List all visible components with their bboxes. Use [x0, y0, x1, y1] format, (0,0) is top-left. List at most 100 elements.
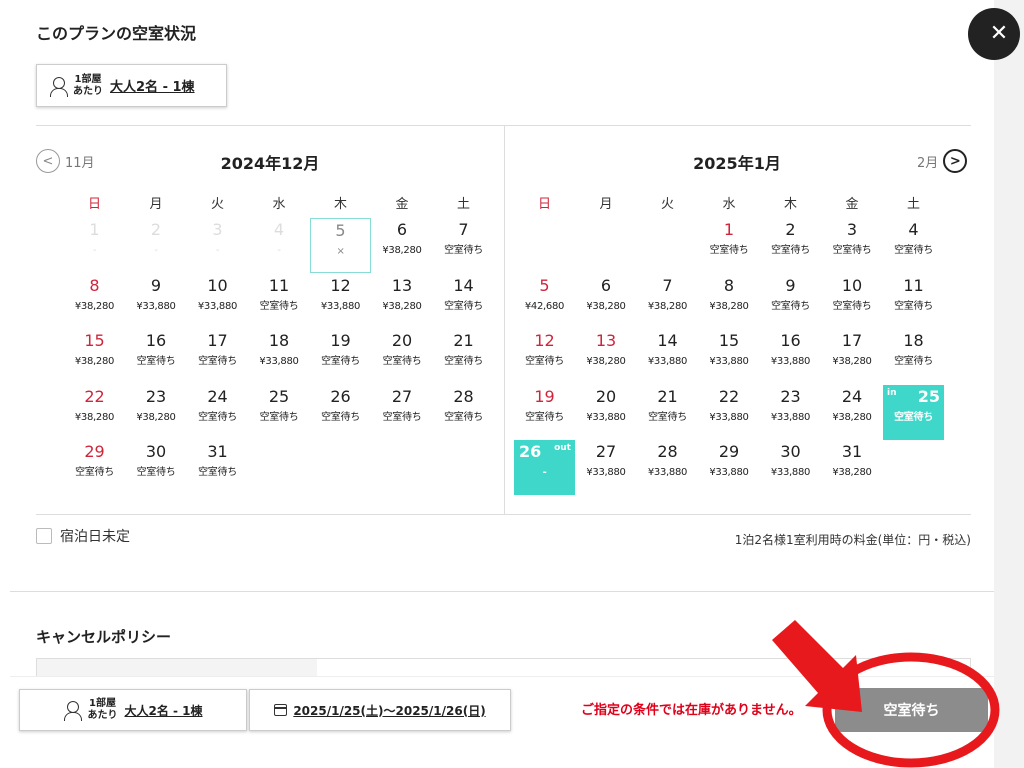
calendar-day[interactable]: 15 ¥38,280: [64, 329, 125, 384]
calendar-day[interactable]: 8 ¥38,280: [699, 274, 760, 329]
calendar-day[interactable]: 30 ¥33,880: [760, 440, 821, 495]
calendar-day[interactable]: 20 ¥33,880: [576, 385, 637, 440]
calendar-day[interactable]: 24 空室待ち: [187, 385, 248, 440]
selected-dates[interactable]: 2025/1/25(土)〜2025/1/26(日): [293, 702, 485, 719]
chevron-right-icon: >: [943, 149, 968, 173]
calendar-day[interactable]: 11 空室待ち: [249, 274, 310, 329]
calendar-day[interactable]: 13 ¥38,280: [576, 329, 637, 384]
checkbox-icon[interactable]: [36, 528, 52, 544]
calendar-day[interactable]: 28 ¥33,880: [637, 440, 698, 495]
calendar-day[interactable]: 22 ¥33,880: [699, 385, 760, 440]
calendar-day[interactable]: 9 空室待ち: [760, 274, 821, 329]
calendar-day[interactable]: 18 空室待ち: [883, 329, 944, 384]
calendar-day[interactable]: 8 ¥38,280: [64, 274, 125, 329]
day-price: 空室待ち: [525, 411, 564, 423]
day-price: ¥38,280: [74, 411, 115, 423]
calendar-day[interactable]: 17 ¥38,280: [822, 329, 883, 384]
day-price: ¥38,280: [586, 356, 626, 367]
prev-month-button[interactable]: < 11月: [36, 149, 95, 173]
calendar-day[interactable]: 12 ¥33,880: [310, 274, 371, 329]
calendar-day[interactable]: 5 ×: [310, 218, 371, 273]
calendar-day[interactable]: 10 ¥33,880: [187, 274, 248, 329]
calendar-day[interactable]: 2 空室待ち: [760, 218, 821, 273]
day-number: 23: [145, 386, 167, 406]
calendar-day[interactable]: 6 ¥38,280: [372, 218, 433, 273]
day-number: 26: [330, 386, 351, 406]
calendar-day[interactable]: 4 空室待ち: [883, 218, 944, 273]
calendar-day[interactable]: 7 ¥38,280: [637, 274, 698, 329]
calendar-day[interactable]: 9 ¥33,880: [126, 274, 187, 329]
calendar-day[interactable]: 29 空室待ち: [64, 440, 125, 495]
calendar-day[interactable]: 15 ¥33,880: [699, 329, 760, 384]
day-number: 11: [268, 275, 290, 295]
waitlist-button[interactable]: 空室待ち: [835, 688, 988, 732]
calendar-day[interactable]: 29 ¥33,880: [699, 440, 760, 495]
calendar-day[interactable]: out 26-: [514, 440, 575, 495]
bottom-date-button[interactable]: 2025/1/25(土)〜2025/1/26(日): [249, 689, 511, 731]
calendar-day[interactable]: 16 ¥33,880: [760, 329, 821, 384]
calendar-divider: [504, 126, 505, 514]
calendar-day[interactable]: 21 空室待ち: [637, 385, 698, 440]
calendar-day[interactable]: 13 ¥38,280: [372, 274, 433, 329]
guest-count-link[interactable]: 大人2名 - 1棟: [110, 76, 195, 95]
calendar-day[interactable]: 22 ¥38,280: [64, 385, 125, 440]
calendar-day[interactable]: 30 空室待ち: [126, 440, 187, 495]
guest-selector-button[interactable]: 1部屋 あたり 大人2名 - 1棟: [36, 64, 227, 107]
per-room-line2: あたり: [87, 710, 118, 721]
availability-panel: このプランの空室状況 1部屋 あたり 大人2名 - 1棟 < 11月 2024年…: [0, 0, 994, 768]
calendar-day[interactable]: 6 ¥38,280: [576, 274, 637, 329]
calendar-day[interactable]: 1 空室待ち: [699, 218, 760, 273]
calendar-day[interactable]: in 25 空室待ち: [883, 384, 944, 440]
day-number: 3: [212, 220, 223, 239]
calendar-day[interactable]: 3 空室待ち: [822, 218, 883, 273]
calendar-day[interactable]: 11 空室待ち: [883, 274, 944, 329]
day-number: 11: [903, 275, 924, 295]
undecided-checkbox[interactable]: 宿泊日未定: [36, 526, 130, 546]
calendar-day[interactable]: 7 空室待ち: [433, 218, 494, 273]
day-price: 空室待ち: [198, 356, 237, 367]
divider: [10, 591, 994, 592]
calendar-day[interactable]: 18 ¥33,880: [249, 329, 310, 384]
weekday-header: 日: [87, 197, 101, 212]
bottom-guest-button[interactable]: 1部屋 あたり 大人2名 - 1棟: [19, 689, 247, 731]
day-number: 15: [84, 331, 105, 350]
day-number: 15: [718, 331, 740, 350]
calendar-day[interactable]: 27 空室待ち: [372, 385, 433, 440]
calendar-day[interactable]: 26 空室待ち: [310, 385, 371, 440]
day-number: 9: [785, 275, 796, 295]
calendar-day[interactable]: 21 空室待ち: [433, 329, 494, 384]
calendar-day[interactable]: 10 空室待ち: [822, 274, 883, 329]
day-price: 空室待ち: [444, 356, 483, 367]
calendar-day[interactable]: 5 ¥42,680: [514, 274, 575, 329]
person-icon: [63, 700, 83, 721]
calendar-day[interactable]: 28 空室待ち: [433, 385, 494, 440]
bottom-guest-link[interactable]: 大人2名 - 1棟: [124, 702, 202, 719]
day-number: 14: [453, 275, 474, 295]
calendar-day[interactable]: 25 空室待ち: [249, 385, 310, 440]
day-price: 空室待ち: [259, 300, 299, 312]
day-number: 21: [453, 331, 474, 350]
day-price: 空室待ち: [444, 300, 483, 312]
day-price: 空室待ち: [894, 356, 933, 367]
calendar-day[interactable]: 23 ¥38,280: [126, 385, 187, 440]
calendar-day[interactable]: 27 ¥33,880: [576, 440, 637, 495]
calendar-day[interactable]: 16 空室待ち: [126, 329, 187, 384]
calendar-day[interactable]: 12 空室待ち: [514, 329, 575, 384]
calendar-day[interactable]: 14 空室待ち: [433, 274, 494, 329]
calendar-day[interactable]: 31 空室待ち: [187, 440, 248, 495]
day-number: 5: [335, 221, 346, 240]
day-number: 17: [207, 331, 228, 350]
calendar-day[interactable]: 14 ¥33,880: [637, 329, 698, 384]
calendar-day[interactable]: 19 空室待ち: [310, 329, 371, 384]
calendar-day[interactable]: 31 ¥38,280: [822, 440, 883, 495]
calendar-day[interactable]: 17 空室待ち: [187, 329, 248, 384]
calendar-day[interactable]: 24 ¥38,280: [822, 385, 883, 440]
calendar-day[interactable]: 19 空室待ち: [514, 385, 575, 440]
cancel-policy-title: キャンセルポリシー: [36, 628, 172, 646]
close-icon[interactable]: [968, 8, 1020, 60]
day-number: 2: [150, 220, 162, 239]
next-month-button[interactable]: 2月 >: [917, 149, 968, 173]
calendar-day[interactable]: 20 空室待ち: [372, 329, 433, 384]
calendar-day[interactable]: 23 ¥33,880: [760, 385, 821, 440]
day-price: ¥33,880: [586, 467, 626, 478]
